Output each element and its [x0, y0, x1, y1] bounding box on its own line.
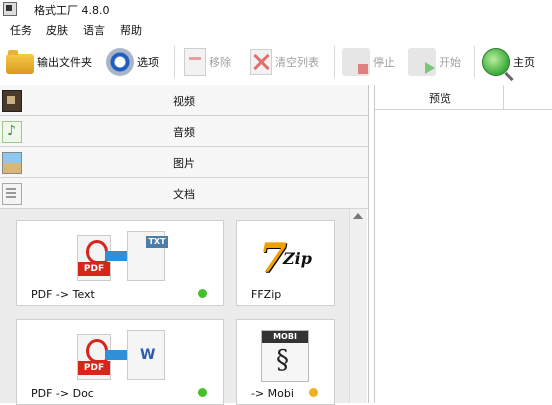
- status-dot-icon: [198, 289, 207, 298]
- stop-icon: [342, 48, 370, 76]
- category-audio[interactable]: 音频: [0, 116, 368, 147]
- tile-pdf-to-doc[interactable]: PDF W PDF -> Doc: [16, 319, 224, 405]
- title-bar: 格式工厂 4.8.0: [0, 0, 552, 18]
- scroll-up-icon[interactable]: [353, 213, 363, 219]
- remove-icon: [184, 48, 206, 76]
- toolbar: 输出文件夹 选项 移除 清空列表 停止 开始 主页: [0, 42, 552, 82]
- clear-list-button[interactable]: 清空列表: [246, 42, 319, 82]
- category-label: 文档: [173, 188, 195, 201]
- toolbar-divider: [334, 46, 335, 78]
- tile-label: PDF -> Doc: [31, 387, 94, 400]
- category-label: 视频: [173, 95, 195, 108]
- ffzip-icon: 7 Zip: [259, 235, 312, 282]
- home-button[interactable]: 主页: [482, 42, 535, 82]
- tile-label: FFZip: [251, 288, 282, 301]
- tile-label: -> Mobi: [251, 387, 294, 400]
- output-folder-button[interactable]: 输出文件夹: [6, 42, 92, 82]
- category-image[interactable]: 图片: [0, 147, 368, 178]
- menu-tasks[interactable]: 任务: [10, 22, 32, 38]
- preview-column-header[interactable]: 预览: [375, 85, 552, 110]
- mobi-badge: MOBI: [262, 331, 308, 343]
- tile-label: PDF -> Text: [31, 288, 95, 301]
- app-icon: [3, 2, 17, 16]
- start-button[interactable]: 开始: [408, 42, 461, 82]
- tile-pdf-to-text[interactable]: PDF TXT PDF -> Text: [16, 220, 224, 306]
- menu-language[interactable]: 语言: [83, 22, 105, 38]
- status-dot-icon: [309, 388, 318, 397]
- toolbar-divider: [174, 46, 175, 78]
- tile-ffzip[interactable]: 7 Zip FFZip: [236, 220, 335, 306]
- word-badge: W: [140, 347, 156, 363]
- menu-help[interactable]: 帮助: [120, 22, 142, 38]
- globe-icon: [482, 48, 510, 76]
- output-folder-label: 输出文件夹: [37, 56, 92, 69]
- window-title: 格式工厂 4.8.0: [34, 4, 110, 17]
- task-list-panel: 预览: [374, 85, 552, 403]
- stop-label: 停止: [373, 56, 395, 69]
- clear-list-label: 清空列表: [275, 56, 319, 69]
- mobi-icon: MOBI §: [261, 330, 309, 382]
- options-label: 选项: [137, 56, 159, 69]
- category-video[interactable]: 视频: [0, 85, 368, 116]
- vertical-scrollbar[interactable]: [349, 209, 367, 403]
- preview-header-label: 预览: [429, 92, 451, 105]
- menu-bar: 任务 皮肤 语言 帮助: [0, 19, 552, 39]
- ffzip-art-text: Zip: [283, 249, 312, 268]
- tools-grid: PDF TXT PDF -> Text 7 Zip FFZip PDF W PD…: [0, 209, 349, 405]
- category-panel: 视频 音频 图片 文档 PDF TXT PDF -> Text 7 Zip: [0, 85, 369, 405]
- toolbar-divider: [474, 46, 475, 78]
- gear-icon: [106, 48, 134, 76]
- stop-button[interactable]: 停止: [342, 42, 395, 82]
- clear-icon: [250, 49, 272, 75]
- remove-button[interactable]: 移除: [180, 42, 231, 82]
- category-label: 图片: [173, 157, 195, 170]
- remove-label: 移除: [209, 56, 231, 69]
- options-button[interactable]: 选项: [106, 42, 159, 82]
- status-dot-icon: [198, 388, 207, 397]
- txt-badge: TXT: [146, 236, 168, 248]
- pdf-to-text-icon: PDF TXT: [77, 231, 168, 281]
- home-label: 主页: [513, 56, 535, 69]
- column-divider: [503, 85, 504, 109]
- category-document[interactable]: 文档: [0, 178, 368, 209]
- menu-skin[interactable]: 皮肤: [46, 22, 68, 38]
- start-label: 开始: [439, 56, 461, 69]
- category-label: 音频: [173, 126, 195, 139]
- pdf-to-doc-icon: PDF W: [77, 330, 167, 380]
- folder-icon: [6, 50, 34, 74]
- play-icon: [408, 48, 436, 76]
- tile-to-mobi[interactable]: MOBI § -> Mobi: [236, 319, 335, 405]
